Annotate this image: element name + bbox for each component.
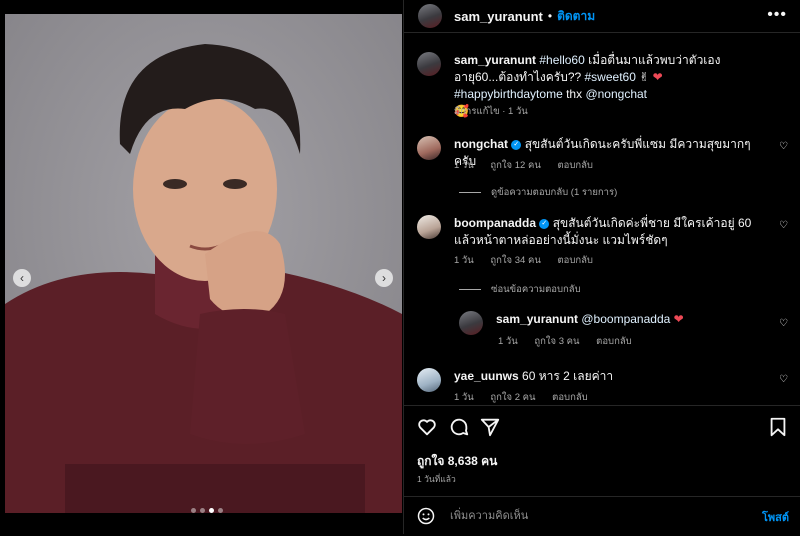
heart-icon[interactable] [416, 416, 438, 438]
comment-box: โพสต์ [404, 496, 800, 536]
slide-dot [218, 508, 223, 513]
likes-count[interactable]: ถูกใจ 8,638 คน [417, 452, 497, 471]
avatar[interactable] [417, 368, 441, 392]
avatar[interactable] [417, 52, 441, 76]
share-icon[interactable] [479, 416, 501, 438]
view-replies-text[interactable]: ดูข้อความตอบกลับ (1 รายการ) [491, 185, 617, 200]
mention-link[interactable]: @boompanadda [581, 312, 670, 326]
slide-dot [191, 508, 196, 513]
caption-username[interactable]: sam_yuranunt [454, 53, 536, 67]
comment-icon[interactable] [448, 416, 470, 438]
comment-username[interactable]: sam_yuranunt [496, 312, 578, 326]
reply-button[interactable]: ตอบกลับ [557, 160, 593, 171]
slide-indicator [191, 508, 223, 513]
heart-emoji: ❤ [673, 312, 684, 326]
hashtag[interactable]: #happybirthdaytome [454, 87, 563, 101]
post-header: sam_yuranunt • ติดตาม ••• [404, 0, 800, 33]
slide-dot [200, 508, 205, 513]
comment-text: 60 หาร 2 เลยค่าา [522, 369, 614, 383]
view-replies-button[interactable]: ดูข้อความตอบกลับ (1 รายการ) [459, 185, 617, 200]
comment-likes[interactable]: ถูกใจ 12 คน [490, 160, 540, 171]
comment-item: yae_uunws 60 หาร 2 เลยค่าา [417, 368, 791, 392]
peace-emoji: ✌ [635, 70, 653, 84]
comment-likes[interactable]: ถูกใจ 2 คน [490, 392, 535, 403]
caption-meta-text: มีการแก้ไข · 1 วัน [454, 106, 528, 117]
hide-replies-text[interactable]: ซ่อนข้อความตอบกลับ [491, 282, 581, 297]
comment-item: boompanadda ✓ สุขสันต์วันเกิดค่ะพี่ชาย ม… [417, 215, 791, 249]
hashtag[interactable]: #sweet60 [585, 70, 636, 84]
heart-emoji: ❤ [652, 70, 663, 84]
post-panel: sam_yuranunt • ติดตาม ••• sam_yuranunt #… [403, 0, 800, 534]
comment-body: yae_uunws 60 หาร 2 เลยค่าา [454, 368, 754, 392]
heart-icon[interactable]: ♡ [779, 141, 789, 152]
comment-username[interactable]: yae_uunws [454, 369, 519, 383]
comment-meta: 1 วัน ถูกใจ 3 คน ตอบกลับ [498, 334, 646, 349]
post-media: ‹ › [0, 0, 403, 534]
comment-meta: 1 วัน ถูกใจ 34 คน ตอบกลับ [454, 253, 607, 268]
avatar[interactable] [418, 4, 442, 28]
previous-slide-button[interactable]: ‹ [13, 269, 31, 287]
comment-meta: 1 วัน ถูกใจ 2 คน ตอบกลับ [454, 390, 602, 405]
comment-likes[interactable]: ถูกใจ 34 คน [490, 255, 540, 266]
caption-meta: มีการแก้ไข · 1 วัน [454, 104, 542, 119]
mention-link[interactable]: @nongchat [585, 87, 647, 101]
avatar[interactable] [417, 136, 441, 160]
comments-list[interactable]: sam_yuranunt #hello60 เมื่อตื่นมาแล้วพบว… [404, 40, 800, 405]
verified-icon: ✓ [511, 139, 522, 150]
comment-age: 1 วัน [454, 392, 474, 403]
avatar[interactable] [459, 311, 483, 335]
comment-body: boompanadda ✓ สุขสันต์วันเกิดค่ะพี่ชาย ม… [454, 215, 754, 249]
reply-button[interactable]: ตอบกลับ [552, 392, 588, 403]
comment-age: 1 วัน [454, 160, 474, 171]
heart-icon[interactable]: ♡ [779, 318, 789, 329]
replies-line [459, 289, 481, 290]
comment-username[interactable]: boompanadda [454, 216, 536, 230]
post-photo[interactable]: ‹ › [5, 14, 402, 513]
verified-icon: ✓ [539, 218, 550, 229]
portrait-image [5, 14, 402, 513]
slide-dot-active [209, 508, 214, 513]
hide-replies-button[interactable]: ซ่อนข้อความตอบกลับ [459, 282, 581, 297]
comment-body: sam_yuranunt @boompanadda ❤ [496, 311, 756, 335]
comment-input[interactable] [448, 505, 742, 527]
reply-button[interactable]: ตอบกลับ [596, 336, 632, 347]
heart-icon[interactable]: ♡ [779, 374, 789, 385]
heart-icon[interactable]: ♡ [779, 220, 789, 231]
separator: • [547, 9, 553, 23]
comment-age: 1 วัน [454, 255, 474, 266]
more-icon[interactable]: ••• [767, 6, 787, 24]
caption-thanks: thx [562, 87, 586, 101]
post-time[interactable]: 1 วันที่แล้ว [417, 472, 456, 486]
reply-item: sam_yuranunt @boompanadda ❤ [459, 311, 791, 335]
next-slide-button[interactable]: › [375, 269, 393, 287]
bookmark-icon[interactable] [767, 416, 789, 438]
comment-likes[interactable]: ถูกใจ 3 คน [534, 336, 579, 347]
comment-username[interactable]: nongchat [454, 137, 508, 151]
post-actions: ถูกใจ 8,638 คน 1 วันที่แล้ว โพสต์ [404, 405, 800, 535]
avatar[interactable] [417, 215, 441, 239]
hashtag[interactable]: #hello60 [539, 53, 584, 67]
author-username[interactable]: sam_yuranunt [454, 9, 543, 24]
follow-button[interactable]: ติดตาม [557, 7, 595, 26]
emoji-icon[interactable] [416, 506, 436, 526]
reply-button[interactable]: ตอบกลับ [557, 255, 593, 266]
replies-line [459, 192, 481, 193]
post-comment-button[interactable]: โพสต์ [762, 508, 789, 526]
comment-meta: 1 วัน ถูกใจ 12 คน ตอบกลับ [454, 158, 607, 173]
comment-age: 1 วัน [498, 336, 518, 347]
